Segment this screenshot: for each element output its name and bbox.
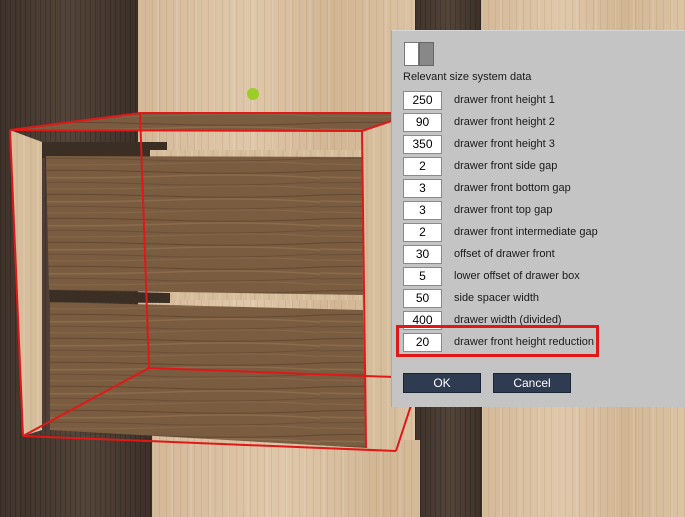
highlight-box [396,325,599,357]
row-drawer-front-height-2: 90 drawer front height 2 [403,113,683,132]
value-input[interactable]: 5 [403,267,442,286]
value-input[interactable]: 2 [403,223,442,242]
row-label: lower offset of drawer box [454,270,580,282]
row-label: drawer front side gap [454,160,558,172]
dialog-title: Relevant size system data [403,71,532,83]
two-tone-toggle-icon[interactable] [404,42,436,66]
toggle-grey-half [419,42,434,66]
upper-drawer-front [46,156,363,295]
row-label: drawer front height 2 [454,116,555,128]
row-label: drawer front bottom gap [454,182,571,194]
row-label: drawer front height 3 [454,138,555,150]
green-dot-icon[interactable] [247,88,259,100]
ok-button[interactable]: OK [403,373,481,393]
value-input[interactable]: 250 [403,91,442,110]
value-input[interactable]: 30 [403,245,442,264]
cabinet-left-panel [10,130,42,436]
row-drawer-front-side-gap: 2 drawer front side gap [403,157,683,176]
row-drawer-front-height-1: 250 drawer front height 1 [403,91,683,110]
value-input[interactable]: 350 [403,135,442,154]
cabinet-back-gap [42,142,167,158]
row-drawer-front-intermediate-gap: 2 drawer front intermediate gap [403,223,683,242]
value-input[interactable]: 2 [403,157,442,176]
row-label: drawer front top gap [454,204,553,216]
value-input[interactable]: 50 [403,289,442,308]
row-drawer-front-height-3: 350 drawer front height 3 [403,135,683,154]
value-input[interactable]: 90 [403,113,442,132]
row-label: drawer front intermediate gap [454,226,598,238]
row-drawer-front-bottom-gap: 3 drawer front bottom gap [403,179,683,198]
row-label: side spacer width [454,292,539,304]
row-side-spacer-width: 50 side spacer width [403,289,683,308]
row-label: offset of drawer front [454,248,555,260]
row-label: drawer front height 1 [454,94,555,106]
row-offset-of-drawer-front: 30 offset of drawer front [403,245,683,264]
row-lower-offset-of-drawer-box: 5 lower offset of drawer box [403,267,683,286]
toggle-white-half [404,42,419,66]
value-input[interactable]: 3 [403,179,442,198]
row-drawer-front-top-gap: 3 drawer front top gap [403,201,683,220]
cancel-button[interactable]: Cancel [493,373,571,393]
value-input[interactable]: 3 [403,201,442,220]
